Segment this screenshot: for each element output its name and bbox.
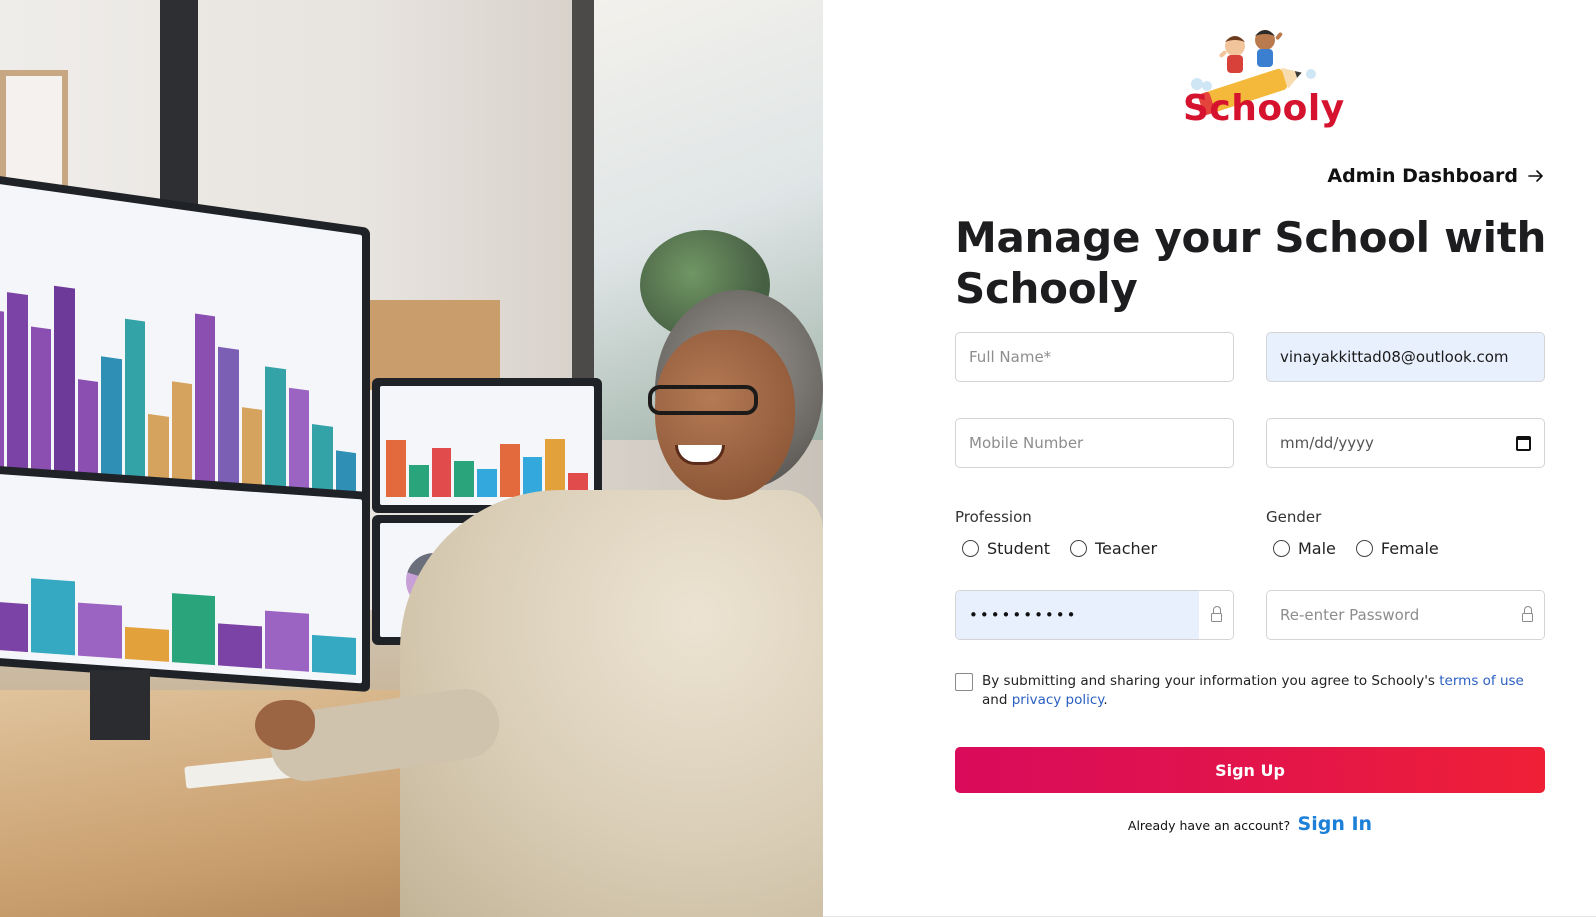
- full-name-input[interactable]: [955, 332, 1234, 382]
- terms-of-use-link[interactable]: terms of use: [1439, 673, 1524, 689]
- person-hand: [255, 700, 315, 750]
- radio-label: Teacher: [1094, 539, 1158, 558]
- window-frame: [572, 0, 594, 420]
- radio-label: Female: [1380, 539, 1439, 558]
- profession-label: Profession: [955, 508, 1032, 526]
- sign-up-button[interactable]: Sign Up: [955, 747, 1545, 793]
- monitor-stand: [90, 670, 150, 740]
- radio-label: Male: [1298, 539, 1336, 558]
- arrow-right-icon: [1528, 170, 1543, 182]
- gender-radio-group: Male Female: [1273, 539, 1439, 558]
- gender-male-radio[interactable]: Male: [1273, 539, 1336, 558]
- profession-teacher-radio[interactable]: Teacher: [1069, 539, 1158, 558]
- gender-female-radio[interactable]: Female: [1355, 539, 1439, 558]
- mobile-number-input[interactable]: [955, 418, 1234, 468]
- screen-bar-chart: [386, 416, 589, 497]
- glasses: [648, 385, 758, 415]
- password-lock: [1199, 591, 1233, 639]
- password-masked-value[interactable]: ••••••••••: [956, 591, 1199, 639]
- confirm-password-field[interactable]: Re-enter Password: [1267, 591, 1510, 639]
- date-placeholder: mm/dd/yyyy: [1280, 434, 1374, 452]
- consent-row: By submitting and sharing your informati…: [955, 672, 1535, 710]
- consent-text-middle: and: [982, 692, 1012, 708]
- monitor-lower: [0, 464, 370, 692]
- radio-label: Student: [987, 539, 1050, 558]
- page-title: Manage your School with Schooly: [955, 213, 1547, 313]
- hero-image: [0, 0, 823, 917]
- consent-checkbox[interactable]: [955, 673, 973, 691]
- date-of-birth-input[interactable]: mm/dd/yyyy: [1266, 418, 1545, 468]
- monitor-screen: [380, 386, 594, 505]
- calendar-icon[interactable]: [1516, 435, 1531, 451]
- confirm-password-lock: [1510, 591, 1544, 639]
- monitor-screen: [0, 472, 362, 684]
- radio-circle[interactable]: [1355, 540, 1373, 557]
- radio-circle[interactable]: [1273, 540, 1290, 557]
- profession-radio-group: Student Teacher: [962, 539, 1157, 558]
- privacy-policy-link[interactable]: privacy policy: [1012, 692, 1104, 708]
- signin-prompt: Already have an account? Sign In: [955, 813, 1545, 835]
- admin-dashboard-link[interactable]: Admin Dashboard: [1327, 165, 1544, 187]
- profession-student-radio[interactable]: Student: [962, 539, 1050, 558]
- lock-icon: [1521, 606, 1533, 622]
- consent-text-after: .: [1103, 692, 1108, 708]
- screen-bar-chart: [0, 543, 356, 676]
- admin-dashboard-label: Admin Dashboard: [1327, 165, 1518, 187]
- consent-text: By submitting and sharing your informati…: [982, 672, 1535, 710]
- sign-in-link[interactable]: Sign In: [1298, 813, 1373, 835]
- consent-text-before: By submitting and sharing your informati…: [982, 673, 1440, 689]
- person-face: [655, 330, 795, 500]
- signin-question: Already have an account?: [1127, 818, 1291, 833]
- confirm-password-input[interactable]: Re-enter Password: [1266, 590, 1545, 640]
- brand-name: Schooly: [1183, 88, 1345, 129]
- password-input[interactable]: ••••••••••: [955, 590, 1234, 640]
- lock-icon: [1210, 606, 1222, 622]
- gender-label: Gender: [1266, 508, 1322, 526]
- confirm-password-placeholder: Re-enter Password: [1280, 606, 1420, 624]
- radio-circle[interactable]: [962, 540, 979, 557]
- email-input[interactable]: [1266, 332, 1545, 382]
- radio-circle[interactable]: [1069, 540, 1087, 557]
